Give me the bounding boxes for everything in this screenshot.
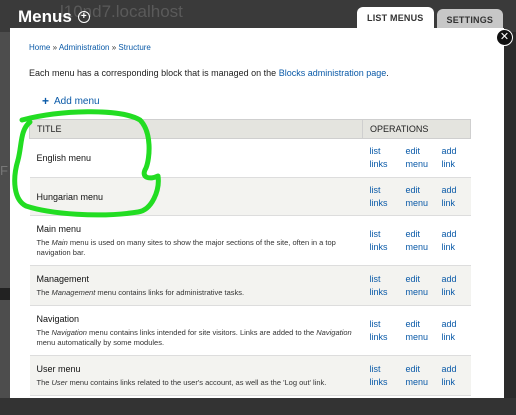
operations: list links edit menu add link — [370, 363, 464, 389]
menu-name: User menu — [36, 363, 81, 374]
list-links-link[interactable]: list links — [370, 363, 392, 389]
edit-menu-link[interactable]: edit menu — [406, 184, 429, 210]
edit-menu-link[interactable]: edit menu — [406, 363, 429, 389]
table-row: English menu list links edit menu add li… — [29, 138, 471, 178]
breadcrumb-separator: » — [52, 43, 58, 52]
menu-name: Navigation — [36, 313, 80, 324]
table-row: Hungarian menu list links edit menu add … — [29, 177, 471, 216]
menu-description: The Navigation menu contains links inten… — [36, 327, 352, 347]
edit-menu-link[interactable]: edit menu — [406, 318, 429, 344]
list-links-link[interactable]: list links — [370, 228, 392, 254]
add-link-link[interactable]: add link — [442, 273, 464, 299]
list-links-link[interactable]: list links — [370, 318, 392, 344]
add-icon: + — [42, 94, 50, 108]
breadcrumb-structure[interactable]: Structure — [118, 43, 150, 52]
table-row: User menu The User menu contains links r… — [29, 355, 471, 396]
breadcrumb-separator: » — [111, 43, 117, 52]
background-stripe — [0, 288, 10, 300]
edit-menu-link[interactable]: edit menu — [406, 273, 429, 299]
add-menu-label: Add menu — [54, 95, 100, 107]
column-header-title: TITLE — [29, 119, 363, 139]
menu-name: Hungarian menu — [36, 191, 104, 202]
operations: list links edit menu add link — [370, 228, 464, 254]
add-link-link[interactable]: add link — [442, 145, 464, 171]
operations: list links edit menu add link — [370, 184, 464, 210]
add-menu-link[interactable]: + Add menu — [42, 94, 100, 108]
breadcrumb: Home » Administration » Structure — [29, 43, 151, 52]
overlay-title: Menus + — [18, 7, 90, 27]
overlay-panel: Home » Administration » Structure Each m… — [10, 28, 504, 398]
operations: list links edit menu add link — [370, 318, 464, 344]
menu-description: The Main menu is used on many sites to s… — [36, 237, 336, 257]
menu-description: The Management menu contains links for a… — [36, 287, 245, 297]
breadcrumb-home[interactable]: Home — [29, 43, 50, 52]
background-footer — [0, 398, 516, 415]
column-header-operations: OPERATIONS — [362, 119, 471, 139]
list-links-link[interactable]: list links — [370, 145, 392, 171]
description-suffix: . — [386, 68, 389, 78]
background-left-strip — [0, 32, 10, 415]
background-stray-letter: F — [0, 163, 8, 178]
list-links-link[interactable]: list links — [370, 184, 392, 210]
add-link-link[interactable]: add link — [442, 228, 464, 254]
menu-name: Management — [36, 273, 90, 284]
menu-name: English menu — [36, 153, 92, 163]
blocks-admin-link[interactable]: Blocks administration page — [279, 68, 387, 78]
operations: list links edit menu add link — [370, 273, 464, 299]
overlay-title-text: Menus — [18, 7, 72, 26]
plus-circle-icon[interactable]: + — [77, 11, 90, 23]
table-row: Navigation The Navigation menu contains … — [29, 305, 471, 356]
add-link-link[interactable]: add link — [442, 363, 464, 389]
breadcrumb-administration[interactable]: Administration — [59, 43, 110, 52]
operations: list links edit menu add link — [370, 145, 464, 171]
close-icon[interactable]: ✕ — [496, 29, 513, 46]
table-row: Management The Management menu contains … — [29, 265, 471, 306]
page-description: Each menu has a corresponding block that… — [29, 68, 389, 78]
menu-description: The User menu contains links related to … — [36, 377, 327, 387]
add-link-link[interactable]: add link — [442, 318, 464, 344]
edit-menu-link[interactable]: edit menu — [406, 228, 429, 254]
table-row: Main menu The Main menu is used on many … — [29, 215, 471, 266]
edit-menu-link[interactable]: edit menu — [406, 145, 429, 171]
add-link-link[interactable]: add link — [442, 184, 464, 210]
list-links-link[interactable]: list links — [370, 273, 392, 299]
description-prefix: Each menu has a corresponding block that… — [29, 68, 277, 78]
menu-name: Main menu — [36, 223, 82, 234]
menus-table: TITLE OPERATIONS English menu list links… — [29, 119, 471, 396]
